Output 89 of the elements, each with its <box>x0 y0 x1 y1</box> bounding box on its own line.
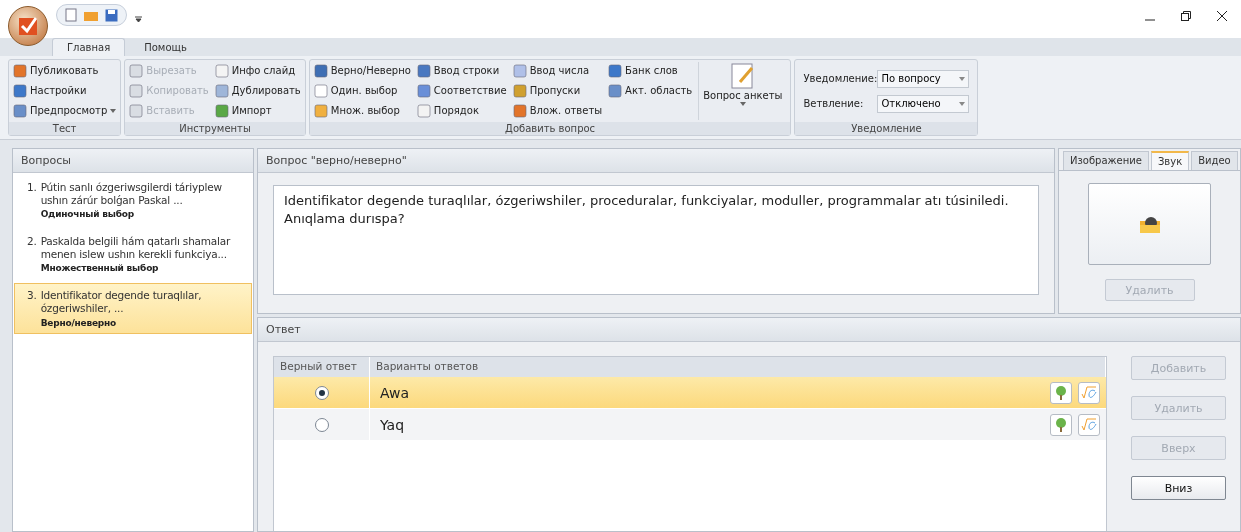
formula-button[interactable] <box>1078 381 1100 404</box>
formula-icon <box>1081 417 1097 432</box>
square-icon <box>214 63 229 78</box>
ribbon-button[interactable]: Порядок <box>416 102 507 119</box>
question-type: Множественный выбор <box>40 263 160 274</box>
question-item[interactable]: 1. Pútin sanlı ózgeriwsgilerdi táriyplew ushın zárúr bolǵan Paskal ... Одиночный выбор <box>14 175 252 226</box>
caret-icon <box>959 101 966 106</box>
question-text: Pútin sanlı ózgeriwsgilerdi táriyplew ushın zárúr bolǵan Paskal ... <box>40 181 223 207</box>
question-item[interactable]: 2. Paskalda belgili hám qatarlı shamalar menen islew ushın kerekli funkciya... Множественный выбор <box>14 229 252 280</box>
ribbon-button[interactable]: Пропуски <box>512 82 603 99</box>
customize-icon[interactable] <box>135 15 142 23</box>
square-icon <box>416 63 431 78</box>
square-icon <box>214 103 229 118</box>
caret-icon <box>959 76 966 81</box>
square-icon <box>13 83 27 98</box>
ribbon-tab[interactable]: Главная <box>52 38 126 56</box>
close-icon[interactable] <box>1217 11 1227 21</box>
group-title: Добавить вопрос <box>309 122 791 135</box>
group-title: Инструменты <box>125 122 305 135</box>
answer-row[interactable]: Yaq <box>274 409 1106 441</box>
square-icon <box>13 103 27 118</box>
square-icon <box>512 63 527 78</box>
ribbon-button[interactable]: Ввод строки <box>416 62 507 79</box>
square-icon <box>512 103 527 118</box>
formula-icon <box>1081 385 1097 400</box>
square-icon <box>608 83 623 98</box>
question-text-field[interactable]: Identifikator degende turaqlılar, ózgeriwshiler, proceduralar, funkciyalar, moduller, programmalar atı túsiniledi. Anıqlama durıspa? <box>273 185 1039 295</box>
new-file-icon[interactable] <box>65 8 77 22</box>
media-tab[interactable]: Звук <box>1150 151 1190 170</box>
ribbon-button[interactable]: Публиковать <box>13 62 117 79</box>
radio-button[interactable] <box>314 417 329 432</box>
restore-icon[interactable] <box>1181 11 1191 21</box>
question-text: Identifikator degende turaqlılar, ózgeriwshiler, ... <box>40 289 203 315</box>
square-icon <box>416 83 431 98</box>
app-logo[interactable] <box>8 6 48 46</box>
question-type: Верно/неверно <box>40 317 118 328</box>
tree-image-button[interactable] <box>1050 413 1072 436</box>
ribbon-tab[interactable]: Помощь <box>129 38 202 56</box>
square-icon <box>608 63 623 78</box>
group-title: Тест <box>9 122 121 135</box>
field-label: Ветвление: <box>803 98 865 109</box>
ribbon-button[interactable]: Дублировать <box>214 82 301 99</box>
question-type: Одиночный выбор <box>40 209 135 220</box>
media-tab[interactable]: Видео <box>1191 151 1238 170</box>
question-item[interactable]: 3. Identifikator degende turaqlılar, ózgeriwshiler, ... Верно/неверно <box>14 283 252 334</box>
ribbon-button[interactable]: Множ. выбор <box>313 102 411 119</box>
ribbon-button[interactable]: Соответствие <box>416 82 507 99</box>
radio-button[interactable] <box>314 385 329 400</box>
media-tab[interactable]: Изображение <box>1063 151 1149 170</box>
answer-text: Yaq <box>379 416 406 433</box>
square-icon <box>129 63 144 78</box>
ribbon-button[interactable]: Ввод числа <box>512 62 603 79</box>
square-icon <box>416 103 431 118</box>
item-number: 3. <box>27 289 37 304</box>
formula-button[interactable] <box>1078 413 1100 436</box>
question-text: Paskalda belgili hám qatarlı shamalar menen islew ushın kerekli funkciya... <box>40 235 232 261</box>
group-title: Уведомление <box>795 122 978 135</box>
tree-icon <box>1055 417 1067 432</box>
item-number: 1. <box>27 181 37 195</box>
dropdown-field[interactable]: Отключено <box>877 94 970 113</box>
answer-text: Awa <box>379 384 411 401</box>
ribbon-button[interactable]: Влож. ответы <box>512 102 603 119</box>
square-icon <box>13 63 27 78</box>
ribbon-button[interactable]: Импорт <box>214 102 301 119</box>
answer-action-button[interactable]: Вниз <box>1131 476 1226 500</box>
ribbon-button[interactable]: Верно/Неверно <box>313 62 411 79</box>
survey-question-button[interactable]: Вопрос анкеты <box>698 62 787 120</box>
save-icon[interactable] <box>105 8 118 22</box>
media-drop-area[interactable] <box>1088 183 1211 265</box>
answer-row[interactable]: Awa <box>274 377 1106 409</box>
dropdown-field[interactable]: По вопросу <box>877 69 970 88</box>
ribbon-button[interactable]: Инфо слайд <box>214 62 301 79</box>
square-icon <box>313 63 328 78</box>
square-icon <box>512 83 527 98</box>
tree-image-button[interactable] <box>1050 381 1072 404</box>
square-icon <box>313 83 328 98</box>
ribbon-button[interactable]: Акт. область <box>608 82 693 99</box>
square-icon <box>313 103 328 118</box>
tree-icon <box>1055 385 1067 400</box>
square-icon <box>129 103 144 118</box>
item-number: 2. <box>27 235 37 250</box>
square-icon <box>214 83 229 98</box>
pencil-document-icon <box>729 62 756 90</box>
ribbon-button[interactable]: Один. выбор <box>313 82 411 99</box>
ribbon-button[interactable]: Предпросмотр <box>13 102 117 119</box>
ribbon-button[interactable]: Банк слов <box>608 62 693 79</box>
square-icon <box>129 83 144 98</box>
ribbon-button[interactable]: Настройки <box>13 82 117 99</box>
panel-header: Вопросы <box>13 149 253 173</box>
